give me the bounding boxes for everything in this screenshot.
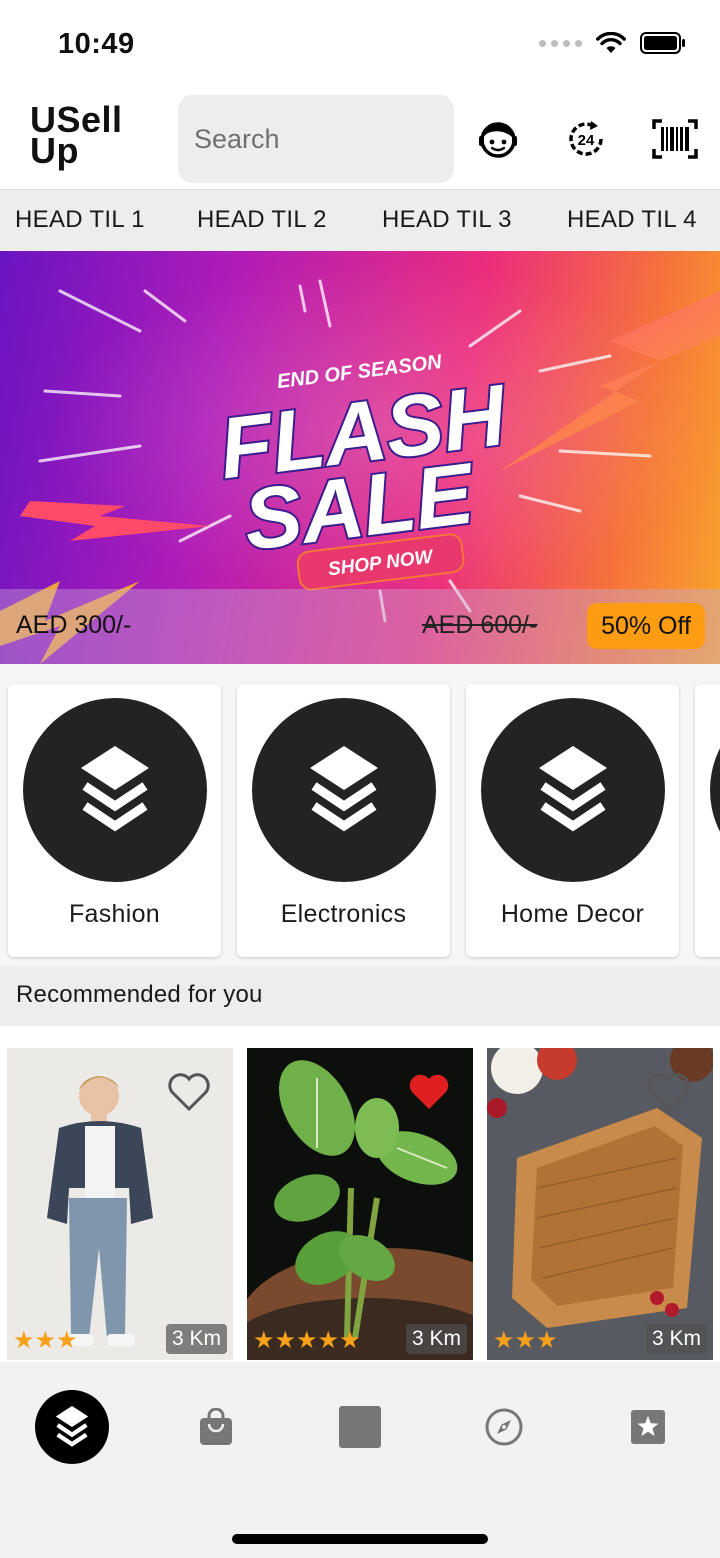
category-card-electronics[interactable]: Electronics	[237, 684, 450, 957]
product-card[interactable]: ★★★★★ 3 Km	[247, 1048, 473, 1360]
nav-square[interactable]	[323, 1390, 397, 1464]
nav-shopping-bag[interactable]	[179, 1390, 253, 1464]
cellular-signal-icon	[539, 39, 582, 47]
favorite-outline-icon[interactable]	[167, 1072, 211, 1112]
category-icon-circle	[23, 698, 207, 882]
nav-explore[interactable]	[467, 1390, 541, 1464]
svg-text:24: 24	[578, 132, 595, 149]
wifi-icon	[596, 32, 626, 53]
square-icon	[339, 1406, 381, 1448]
category-icon-circle	[252, 698, 436, 882]
original-price: AED 600/-	[422, 611, 538, 639]
recommended-title: Recommended for you	[0, 966, 720, 1026]
barcode-scanner-icon[interactable]	[652, 116, 698, 162]
app-header: USell Up 24	[0, 90, 720, 190]
compass-icon	[485, 1408, 523, 1446]
head-tile-1[interactable]: HEAD TIL 1	[15, 206, 145, 234]
recommended-products: ★★★ 3 Km ★★★★★ 3 Km ★★★ 3 Km	[0, 1026, 720, 1362]
favorite-filled-icon[interactable]	[407, 1072, 451, 1112]
sale-price: AED 300/-	[16, 611, 132, 639]
battery-icon	[640, 32, 685, 54]
layers-icon	[310, 746, 378, 832]
favorite-outline-icon[interactable]	[647, 1072, 691, 1112]
layers-icon	[55, 1405, 89, 1447]
nav-favorites[interactable]	[611, 1390, 685, 1464]
rating-stars: ★★★	[13, 1326, 78, 1354]
rating-stars: ★★★	[493, 1326, 558, 1354]
24-hour-service-icon[interactable]: 24	[563, 116, 609, 162]
category-icon-circle	[481, 698, 665, 882]
shopping-bag-icon	[200, 1408, 232, 1445]
rating-stars: ★★★★★	[253, 1326, 361, 1354]
search-input[interactable]	[178, 95, 454, 183]
app-logo: USell Up	[30, 99, 123, 171]
category-card-partial[interactable]	[695, 684, 720, 957]
layers-icon	[539, 746, 607, 832]
layers-icon	[81, 746, 149, 832]
distance-badge: 3 Km	[165, 1324, 227, 1354]
status-bar: 10:49	[0, 0, 720, 90]
home-indicator	[232, 1534, 488, 1544]
category-label: Electronics	[280, 900, 407, 928]
star-box-icon	[631, 1410, 665, 1444]
distance-badge: 3 Km	[405, 1324, 467, 1354]
status-time: 10:49	[58, 28, 135, 60]
nav-home-layers[interactable]	[35, 1390, 109, 1464]
head-tiles-bar: HEAD TIL 1 HEAD TIL 2 HEAD TIL 3 HEAD TI…	[0, 190, 720, 250]
discount-badge: 50% Off	[587, 603, 705, 649]
flash-sale-banner[interactable]: END OF SEASON FLASH SALE SHOP NOW AED 30…	[0, 251, 720, 664]
head-tile-4[interactable]: HEAD TIL 4	[567, 206, 697, 234]
bottom-navigation	[0, 1362, 720, 1558]
support-agent-icon[interactable]	[475, 116, 521, 162]
category-icon-circle	[710, 698, 720, 882]
distance-badge: 3 Km	[645, 1324, 707, 1354]
head-tile-3[interactable]: HEAD TIL 3	[382, 206, 512, 234]
product-card[interactable]: ★★★ 3 Km	[487, 1048, 713, 1360]
category-label: Home Decor	[500, 900, 645, 928]
product-card[interactable]: ★★★ 3 Km	[7, 1048, 233, 1360]
head-tile-2[interactable]: HEAD TIL 2	[197, 206, 327, 234]
price-strip: AED 300/- AED 600/- 50% Off	[0, 589, 720, 664]
status-icons	[539, 32, 686, 54]
category-card-fashion[interactable]: Fashion	[8, 684, 221, 957]
categories-carousel: Fashion Electronics Home Decor	[0, 664, 720, 966]
category-card-home-decor[interactable]: Home Decor	[466, 684, 679, 957]
category-label: Fashion	[68, 900, 161, 928]
